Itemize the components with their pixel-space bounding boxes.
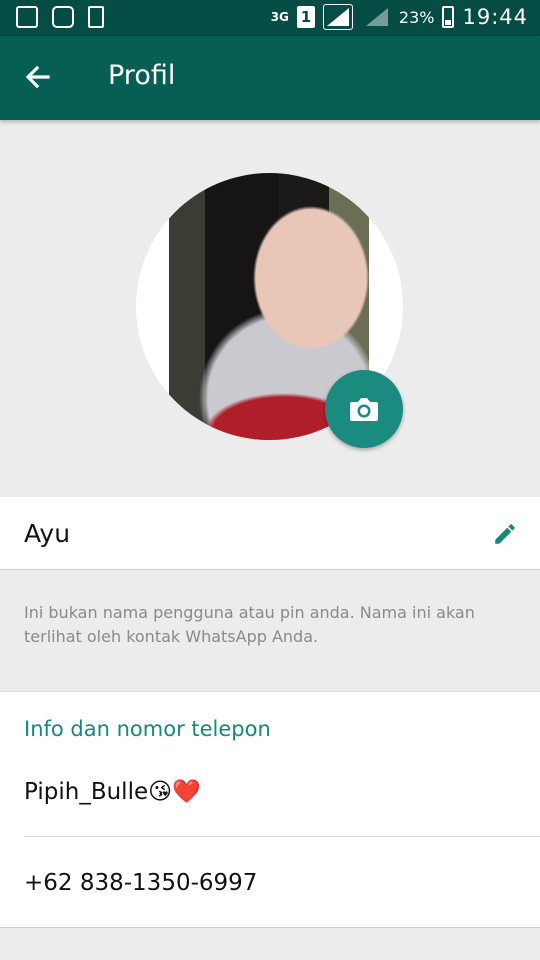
divider	[24, 836, 540, 837]
back-button[interactable]	[18, 58, 58, 98]
edit-name-button[interactable]	[492, 521, 518, 547]
clock: 19:44	[462, 5, 528, 29]
phone-number: +62 838-1350-6997	[24, 870, 258, 896]
name-hint: Ini bukan nama pengguna atau pin anda. N…	[24, 603, 475, 646]
info-heading: Info dan nomor telepon	[24, 717, 271, 741]
info-card: Info dan nomor telepon Pipih_Bulle😘❤️ +6…	[0, 691, 540, 928]
back-arrow-icon	[25, 65, 50, 89]
app-bar: Profil	[0, 36, 540, 120]
battery-percent: 23%	[398, 7, 435, 27]
signal-icon	[322, 4, 353, 30]
bbm-icon	[52, 6, 74, 28]
camera-icon	[350, 398, 378, 421]
signal-2-icon	[361, 5, 391, 29]
network-type: 3G	[270, 9, 289, 24]
page-title: Profil	[108, 60, 176, 91]
battery-icon	[442, 6, 455, 28]
phone-rotate-icon	[88, 6, 104, 28]
change-photo-button[interactable]	[325, 370, 403, 448]
about-status[interactable]: Pipih_Bulle😘❤️	[24, 778, 201, 805]
profile-name: Ayu	[24, 519, 71, 548]
profile-photo-section	[136, 173, 403, 448]
sim-indicator: 1	[296, 6, 315, 28]
system-icons: 3G 1 23% 19:44	[271, 4, 528, 30]
pencil-icon	[495, 524, 515, 544]
notification-icons	[16, 6, 104, 28]
status-bar: 3G 1 23% 19:44	[0, 0, 540, 36]
gallery-icon	[16, 6, 38, 28]
name-row[interactable]: Ayu	[0, 497, 540, 570]
